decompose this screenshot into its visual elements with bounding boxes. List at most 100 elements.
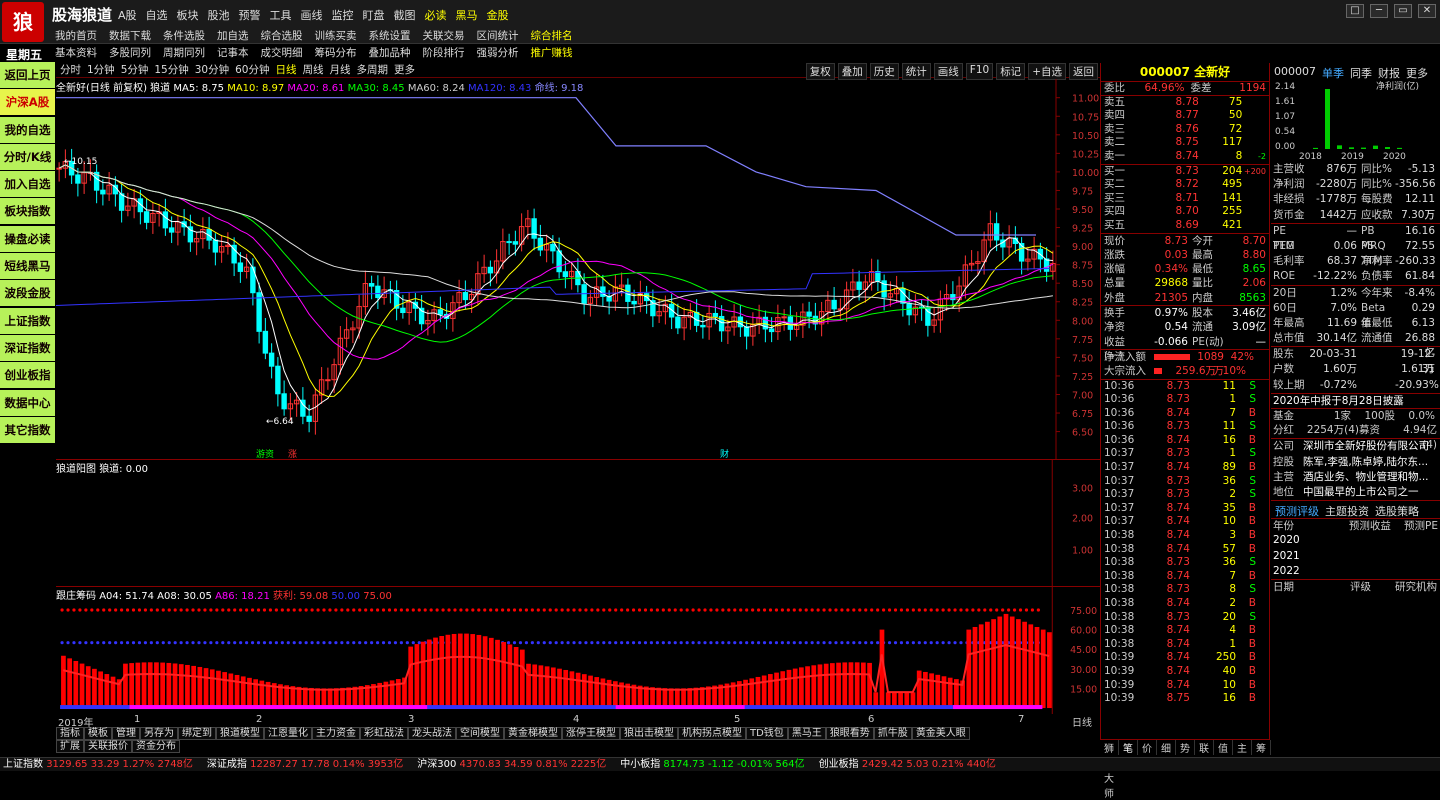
chart-button-8[interactable]: 返回: [1069, 63, 1098, 80]
sidebar-item-9[interactable]: 上证指数: [0, 307, 55, 334]
sidebar-item-13[interactable]: 其它指数: [0, 416, 55, 443]
quote-tab-3[interactable]: 细: [1157, 740, 1176, 755]
chart-button-2[interactable]: 历史: [869, 63, 899, 80]
chart-button-7[interactable]: +自选: [1028, 63, 1066, 80]
bid-row[interactable]: 买一 8.73 204 +200: [1101, 165, 1269, 179]
eval-tab-0[interactable]: 预测评级: [1275, 503, 1319, 518]
tool-0[interactable]: 我的首页: [55, 28, 97, 43]
sidebar-item-3[interactable]: 分时/K线: [0, 143, 55, 170]
tool2-6[interactable]: 叠加品种: [369, 45, 411, 60]
sidebar-item-11[interactable]: 创业板指: [0, 362, 55, 389]
menu-2[interactable]: 板块: [177, 7, 199, 23]
ext-tab-0[interactable]: 扩展: [56, 740, 84, 753]
tool-8[interactable]: 区间统计: [477, 28, 519, 43]
ask-row[interactable]: 卖五 8.78 75: [1101, 96, 1269, 110]
status-index-1[interactable]: 深证成指 12287.27 17.78 0.14% 3953亿: [207, 758, 403, 771]
f10-tab-0[interactable]: 000007: [1274, 65, 1316, 78]
tool2-8[interactable]: 强弱分析: [477, 45, 519, 60]
quote-tab-8[interactable]: 筹: [1252, 740, 1271, 755]
chart-button-5[interactable]: F10: [965, 63, 994, 80]
tool-2[interactable]: 条件选股: [163, 28, 205, 43]
indicator-tab-5[interactable]: 狼道模型: [216, 727, 264, 740]
indicator-tab-17[interactable]: 狼眼看势: [825, 727, 874, 740]
quote-tab-4[interactable]: 势: [1176, 740, 1195, 755]
tool2-3[interactable]: 记事本: [217, 45, 249, 60]
tool-3[interactable]: 加自选: [217, 28, 249, 43]
indicator-tab-3[interactable]: 另存为: [140, 727, 178, 740]
menu-0[interactable]: A股: [118, 7, 137, 23]
quote-tab-6[interactable]: 值: [1214, 740, 1233, 755]
tool2-5[interactable]: 筹码分布: [315, 45, 357, 60]
chart-button-6[interactable]: 标记: [996, 63, 1026, 80]
ask-row[interactable]: 卖二 8.75 117: [1101, 136, 1269, 150]
window-button-2[interactable]: ▭: [1394, 4, 1412, 18]
f10-tab-4[interactable]: 更多: [1406, 65, 1428, 80]
date-period[interactable]: 日线: [1072, 714, 1092, 729]
sidebar-item-10[interactable]: 深证指数: [0, 334, 55, 361]
sidebar-item-6[interactable]: 操盘必读: [0, 225, 55, 252]
period-tab-2[interactable]: 5分钟: [121, 63, 149, 77]
status-index-4[interactable]: 创业板指 2429.42 5.03 0.21% 440亿: [819, 758, 996, 771]
sub-chart-1[interactable]: 3.00 2.00 1.00: [56, 459, 1100, 586]
quote-tab-2[interactable]: 价: [1138, 740, 1157, 755]
period-tab-4[interactable]: 30分钟: [195, 63, 229, 77]
ext-tab-2[interactable]: 资金分布: [132, 740, 180, 753]
chart-button-3[interactable]: 统计: [901, 63, 931, 80]
sidebar-item-8[interactable]: 波段金股: [0, 280, 55, 307]
sidebar-item-2[interactable]: 我的自选: [0, 116, 55, 143]
period-tab-8[interactable]: 月线: [330, 63, 351, 77]
sidebar-item-12[interactable]: 数据中心: [0, 389, 55, 416]
menu-3[interactable]: 股池: [208, 7, 230, 23]
indicator-tab-6[interactable]: 江恩量化: [264, 727, 312, 740]
sub-chart-2[interactable]: 75.00 60.00 45.00 30.00 15.00: [56, 586, 1100, 714]
menu-5[interactable]: 工具: [270, 7, 292, 23]
window-button-1[interactable]: ─: [1370, 4, 1388, 18]
indicator-tab-15[interactable]: TD钱包: [746, 727, 788, 740]
chart-button-1[interactable]: 叠加: [837, 63, 867, 80]
indicator-tab-10[interactable]: 空间模型: [456, 727, 504, 740]
menu-6[interactable]: 画线: [301, 7, 323, 23]
ask-row[interactable]: 卖四 8.77 50: [1101, 109, 1269, 123]
period-tab-10[interactable]: 更多: [394, 63, 415, 77]
indicator-tab-1[interactable]: 模板: [84, 727, 112, 740]
tool-5[interactable]: 训练买卖: [315, 28, 357, 43]
menu-8[interactable]: 盯盘: [363, 7, 385, 23]
indicator-tab-4[interactable]: 绑定到: [178, 727, 216, 740]
bid-row[interactable]: 买四 8.70 255: [1101, 205, 1269, 219]
status-index-3[interactable]: 中小板指 8174.73 -1.12 -0.01% 564亿: [620, 758, 804, 771]
indicator-tab-16[interactable]: 黑马王: [787, 727, 826, 740]
menu-10[interactable]: 必读: [425, 7, 447, 23]
menu-12[interactable]: 金股: [487, 7, 509, 23]
ask-row[interactable]: 卖一 8.74 8 -2: [1101, 150, 1269, 164]
quote-tab-0[interactable]: 狮动大师: [1100, 740, 1119, 800]
quote-tab-7[interactable]: 主: [1233, 740, 1252, 755]
quote-tab-1[interactable]: 笔: [1119, 740, 1138, 755]
window-button-3[interactable]: ✕: [1418, 4, 1436, 18]
sidebar-item-1[interactable]: 沪深A股: [0, 89, 55, 116]
ask-row[interactable]: 卖三 8.76 72: [1101, 123, 1269, 137]
period-tab-0[interactable]: 分时: [60, 63, 81, 77]
ext-tab-1[interactable]: 关联报价: [84, 740, 132, 753]
tool2-0[interactable]: 基本资料: [55, 45, 97, 60]
bid-row[interactable]: 买五 8.69 421: [1101, 219, 1269, 233]
period-tab-1[interactable]: 1分钟: [87, 63, 115, 77]
tool-1[interactable]: 数据下载: [109, 28, 151, 43]
tool-9[interactable]: 综合排名: [531, 28, 573, 43]
period-tab-6[interactable]: 日线: [276, 63, 297, 77]
indicator-tab-11[interactable]: 黄金梯模型: [504, 727, 562, 740]
quote-tab-5[interactable]: 联: [1195, 740, 1214, 755]
tool-7[interactable]: 关联交易: [423, 28, 465, 43]
window-button-0[interactable]: □: [1346, 4, 1364, 18]
indicator-tab-2[interactable]: 管理: [112, 727, 140, 740]
status-index-0[interactable]: 上证指数 3129.65 33.29 1.27% 2748亿: [3, 758, 193, 771]
tool-4[interactable]: 综合选股: [261, 28, 303, 43]
f10-tab-1[interactable]: 单季: [1322, 65, 1344, 80]
menu-11[interactable]: 黑马: [456, 7, 478, 23]
period-tab-5[interactable]: 60分钟: [235, 63, 269, 77]
eval-tab-1[interactable]: 主题投资: [1325, 503, 1369, 518]
tool2-4[interactable]: 成交明细: [261, 45, 303, 60]
tool2-9[interactable]: 推广赚钱: [531, 45, 573, 60]
indicator-tab-18[interactable]: 抓牛股: [873, 727, 912, 740]
period-tab-9[interactable]: 多周期: [357, 63, 389, 77]
bid-row[interactable]: 买三 8.71 141: [1101, 192, 1269, 206]
